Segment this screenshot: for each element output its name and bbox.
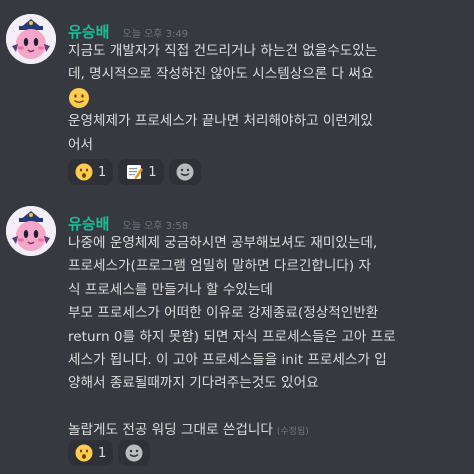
message-line: 세스가 됩니다. 이 고아 프로세스들을 init 프로세스가 입 [68,351,387,368]
reaction-count: 1 [98,164,107,180]
user-avatar[interactable] [6,14,56,64]
reaction-hushed[interactable]: 1 [68,440,114,466]
message-line-text: 놀랍게도 전공 워딩 그대로 쓴겁니다 [68,422,273,439]
reaction-memo[interactable]: 1 [118,159,164,185]
reaction-count: 1 [98,445,107,461]
message-line: 나중에 운영체제 궁금하시면 공부해보셔도 재미있는데, [68,235,378,251]
message-line: 지금도 개발자가 직접 건드리거나 하는건 없을수도있는 [68,43,378,59]
add-reaction-icon [125,444,143,462]
message-line: 부모 프로세스가 어떠한 이유로 강제종료(정상적인반환 [68,305,379,322]
message-line: 양해서 종료될때까지 기다려주는것도 있어요 [68,375,319,392]
message-line: 놀랍게도 전공 워딩 그대로 쓴겁니다 (수정됨) [68,419,468,442]
timestamp: 오늘 오후 3:49 [122,29,189,40]
user-avatar[interactable] [6,206,56,256]
message-line: 어서 [68,136,94,153]
message-line: 운영체제가 프로세스가 끝나면 처리해야하고 이런게있 [68,113,373,130]
message-line: return 0를 하지 못함) 되면 자식 프로세스들은 고아 프로 [68,328,396,345]
kirby-avatar-icon [6,206,56,256]
message-line: 프로세스가(프로그램 엄밀히 말하면 다르긴합니다) 자 [68,258,372,275]
message-line: 데, 명시적으로 작성하진 않아도 시스템상으론 다 써요 [68,66,374,83]
slightly-smiling-face-icon [69,87,89,108]
timestamp: 오늘 오후 3:58 [122,221,189,232]
reaction-hushed[interactable]: 1 [68,159,114,185]
edited-label: (수정됨) [276,427,309,438]
add-reaction-icon [176,163,194,181]
add-reaction-button[interactable] [118,440,151,466]
reaction-count: 1 [148,164,157,180]
kirby-avatar-icon [6,14,56,64]
message-line [68,87,468,110]
reactions-bar: 1 1 [68,159,201,185]
message-content: 지금도 개발자가 직접 건드리거나 하는건 없을수도있는 데, 명시적으로 작성… [68,40,468,157]
add-reaction-button[interactable] [168,159,201,185]
hushed-face-icon [75,444,93,462]
hushed-face-icon [75,163,93,181]
username[interactable]: 유승배 [68,215,109,233]
reactions-bar: 1 [68,440,151,466]
message-line: 식 프로세스를 만들거나 할 수있는데 [68,281,273,298]
memo-icon [127,165,144,179]
message-content: 나중에 운영체제 궁금하시면 공부해보셔도 재미있는데, 프로세스가(프로그램 … [68,232,468,443]
username[interactable]: 유승배 [68,23,109,41]
